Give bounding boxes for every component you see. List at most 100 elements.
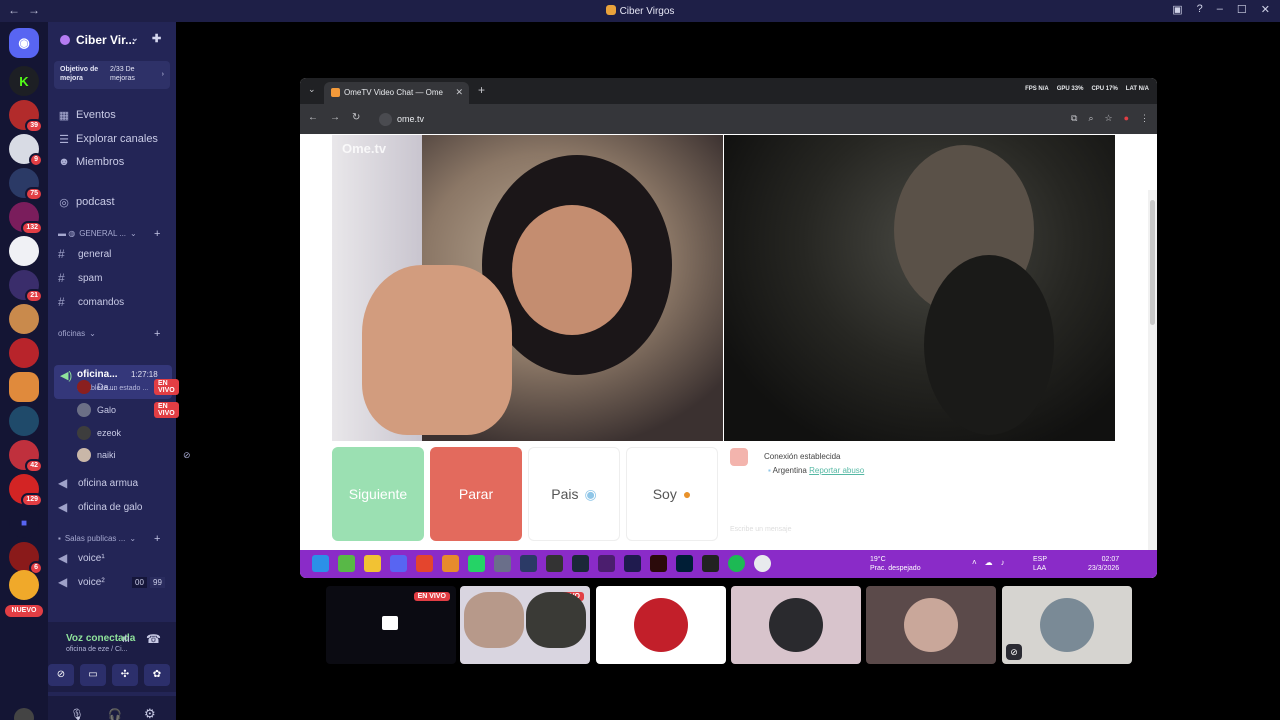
voice-user[interactable]: Galo EN VIVO — [77, 401, 179, 419]
server-icon[interactable] — [9, 236, 39, 266]
participant-tile[interactable] — [596, 586, 726, 664]
cloud-icon[interactable]: ☁ — [985, 558, 993, 567]
category-oficinas[interactable]: oficinas ⌄ + — [58, 328, 160, 340]
bookmark-star-icon[interactable]: ☆ — [1104, 113, 1112, 124]
voice-user[interactable]: naiki ⊘ — [77, 446, 191, 464]
country-button[interactable]: Pais ◉ — [528, 447, 620, 541]
capcut-icon[interactable] — [702, 555, 719, 572]
server-icon[interactable]: 39 — [9, 100, 43, 133]
server-icon[interactable]: 9 — [9, 134, 43, 167]
add-channel-icon[interactable]: + — [154, 228, 160, 240]
whatsapp-icon[interactable] — [468, 555, 485, 572]
obs-icon[interactable] — [546, 555, 563, 572]
nav-browse-channels[interactable]: ☰ Explorar canales — [58, 130, 158, 148]
close-button[interactable]: ✕ — [1261, 3, 1270, 16]
participant-tile[interactable]: ⊘ — [1002, 586, 1132, 664]
soundboard-button[interactable]: ✿ — [144, 664, 170, 686]
add-channel-icon[interactable]: + — [154, 328, 160, 340]
browser-tab[interactable]: OmeTV Video Chat — Ome ✕ — [324, 82, 469, 104]
boost-goal[interactable]: Objetivo de mejora 2/33 De mejoras › — [54, 61, 170, 89]
voice-channel[interactable]: ◀ voice¹ — [58, 549, 105, 567]
taskbar-clock[interactable]: 02:07 23/3/2026 — [1088, 555, 1119, 573]
language-indicator[interactable]: ESP LAA — [1033, 555, 1047, 573]
mic-icon[interactable]: 🎙 — [70, 708, 84, 720]
server-icon[interactable]: 6 — [9, 542, 43, 575]
address-bar[interactable]: ome.tv — [375, 109, 1075, 129]
server-icon[interactable] — [9, 570, 39, 600]
voice-channel[interactable]: ◀ voice² 00 99 — [58, 573, 165, 591]
photoshop-icon[interactable] — [676, 555, 693, 572]
back-icon[interactable]: ← — [308, 112, 318, 123]
after-effects-icon[interactable] — [624, 555, 641, 572]
server-icon[interactable]: 75 — [9, 168, 43, 201]
chevron-down-icon[interactable]: ⌄ — [131, 33, 139, 44]
nav-events[interactable]: ▦ Eventos — [58, 106, 116, 124]
page-scrollbar[interactable] — [1148, 190, 1157, 578]
stop-button[interactable]: Parar — [430, 447, 522, 541]
brave-icon[interactable] — [416, 555, 433, 572]
folder-icon[interactable] — [364, 555, 381, 572]
close-tab-icon[interactable]: ✕ — [455, 87, 463, 98]
chrome-icon[interactable] — [754, 555, 771, 572]
activities-button[interactable]: ✣ — [112, 664, 138, 686]
disconnect-icon[interactable]: ☎ — [146, 632, 161, 646]
new-tab-icon[interactable]: + — [478, 83, 485, 97]
minimize-button[interactable]: – — [1217, 3, 1223, 16]
participant-tile-stream[interactable]: EN VIVO — [326, 586, 456, 664]
profile-icon[interactable]: ● — [1124, 113, 1129, 124]
spotify-icon[interactable] — [728, 555, 745, 572]
add-channel-icon[interactable]: + — [154, 533, 160, 545]
participant-tile-stream[interactable]: EN VIVO — [460, 586, 590, 664]
voice-user[interactable]: Da... EN VIVO — [77, 378, 179, 396]
inbox-icon[interactable]: ▣ — [1172, 3, 1182, 16]
zoom-icon[interactable]: ⌕ — [1088, 113, 1093, 124]
add-user-icon[interactable]: ✚ — [152, 32, 161, 45]
voice-channel[interactable]: ◀ oficina de galo — [58, 498, 143, 516]
category-general[interactable]: ▬ ◍ GENERAL ... ⌄ + — [58, 228, 160, 240]
nav-members[interactable]: ☻ Miembros — [58, 153, 124, 171]
app-icon[interactable] — [442, 555, 459, 572]
message-input[interactable]: Escribe un mensaje — [730, 526, 791, 533]
reload-icon[interactable]: ↻ — [352, 112, 360, 123]
app-icon[interactable] — [494, 555, 511, 572]
next-button[interactable]: Siguiente — [332, 447, 424, 541]
steam-icon[interactable] — [572, 555, 589, 572]
premiere-icon[interactable] — [598, 555, 615, 572]
start-icon[interactable] — [312, 555, 329, 572]
forward-icon[interactable]: → — [330, 112, 340, 123]
help-icon[interactable]: ? — [1197, 3, 1203, 16]
channel-spam[interactable]: # spam — [58, 269, 102, 287]
chevron-up-icon[interactable]: ˄ — [972, 558, 977, 567]
server-icon[interactable] — [9, 304, 39, 334]
install-icon[interactable]: ⧉ — [1071, 113, 1077, 124]
discord-home-icon[interactable]: ◉ — [9, 28, 39, 58]
participant-tile[interactable] — [731, 586, 861, 664]
server-icon[interactable] — [9, 338, 39, 368]
folder-icon[interactable]: ■ — [9, 508, 39, 538]
site-info-icon[interactable] — [379, 113, 392, 126]
gender-button[interactable]: Soy ● — [626, 447, 718, 541]
discord-icon[interactable] — [390, 555, 407, 572]
server-icon[interactable]: 129 — [9, 474, 43, 507]
channel-podcast[interactable]: ◎ podcast — [58, 193, 114, 211]
screen-share-button[interactable]: ▭ — [80, 664, 106, 686]
server-active-icon[interactable] — [9, 372, 39, 402]
voice-user[interactable]: ezeok — [77, 424, 121, 442]
menu-kebab-icon[interactable]: ⋮ — [1140, 113, 1149, 124]
report-link[interactable]: Reportar abuso — [809, 466, 864, 475]
voice-channel[interactable]: ◀ oficina armua — [58, 474, 138, 492]
headphones-icon[interactable]: 🎧 — [108, 708, 122, 720]
weather-widget[interactable]: 19°C Prac. despejado — [870, 555, 921, 573]
app-icon[interactable] — [520, 555, 537, 572]
server-icon[interactable]: 21 — [9, 270, 43, 303]
server-icon[interactable] — [9, 406, 39, 436]
noise-suppression-icon[interactable]: ılı — [122, 634, 130, 645]
server-icon[interactable]: 42 — [9, 440, 43, 473]
illustrator-icon[interactable] — [650, 555, 667, 572]
server-icon[interactable]: 132 — [9, 202, 43, 235]
participant-tile[interactable] — [866, 586, 996, 664]
maximize-button[interactable]: ☐ — [1237, 3, 1247, 16]
tab-list-icon[interactable]: ⌄ — [308, 84, 316, 95]
scroll-thumb[interactable] — [1150, 200, 1155, 325]
channel-general[interactable]: # general — [58, 245, 111, 263]
